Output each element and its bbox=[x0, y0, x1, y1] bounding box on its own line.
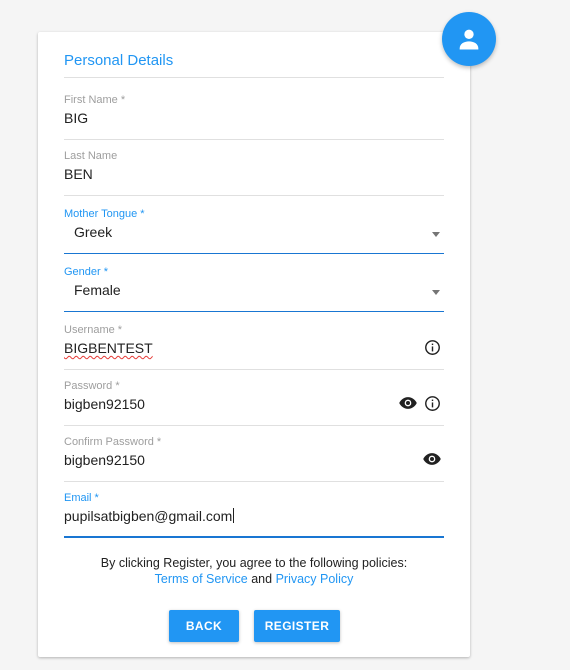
last-name-input[interactable]: BEN bbox=[64, 166, 93, 182]
username-input[interactable]: BIGBENTEST bbox=[64, 340, 153, 356]
policy-links: Terms of Service and Privacy Policy bbox=[64, 572, 444, 586]
section-divider bbox=[64, 77, 444, 78]
avatar bbox=[442, 12, 496, 66]
password-label: Password * bbox=[64, 380, 120, 392]
last-name-underline bbox=[64, 195, 444, 196]
gender-select[interactable]: Gender * Female bbox=[64, 266, 444, 312]
eye-icon[interactable] bbox=[398, 393, 418, 413]
text-cursor bbox=[233, 508, 235, 523]
password-underline bbox=[64, 425, 444, 426]
gender-underline bbox=[64, 311, 444, 312]
first-name-label: First Name * bbox=[64, 94, 126, 106]
terms-of-service-link[interactable]: Terms of Service bbox=[155, 572, 248, 586]
password-input[interactable]: bigben92150 bbox=[64, 396, 145, 412]
info-icon[interactable] bbox=[422, 337, 442, 357]
email-input[interactable]: pupilsatbigben@gmail.com bbox=[64, 508, 235, 524]
mother-tongue-value[interactable]: Greek bbox=[74, 224, 112, 240]
username-field[interactable]: Username * BIGBENTEST bbox=[64, 324, 444, 370]
info-icon[interactable] bbox=[422, 393, 442, 413]
mother-tongue-underline bbox=[64, 253, 444, 254]
gender-value[interactable]: Female bbox=[74, 282, 121, 298]
email-underline bbox=[64, 536, 444, 538]
chevron-down-icon[interactable] bbox=[432, 232, 440, 237]
confirm-password-field[interactable]: Confirm Password * bigben92150 bbox=[64, 436, 444, 482]
last-name-field[interactable]: Last Name BEN bbox=[64, 150, 444, 196]
confirm-password-input[interactable]: bigben92150 bbox=[64, 452, 145, 468]
confirm-password-label: Confirm Password * bbox=[64, 436, 162, 448]
username-underline bbox=[64, 369, 444, 370]
email-label: Email * bbox=[64, 492, 99, 504]
back-button[interactable]: BACK bbox=[169, 610, 239, 642]
policy-and-text: and bbox=[251, 572, 273, 586]
chevron-down-icon[interactable] bbox=[432, 290, 440, 295]
mother-tongue-label: Mother Tongue * bbox=[64, 208, 145, 220]
first-name-field[interactable]: First Name * BIG bbox=[64, 94, 444, 140]
policy-text: By clicking Register, you agree to the f… bbox=[100, 556, 408, 570]
email-value: pupilsatbigben@gmail.com bbox=[64, 508, 233, 524]
mother-tongue-select[interactable]: Mother Tongue * Greek bbox=[64, 208, 444, 254]
register-button[interactable]: REGISTER bbox=[254, 610, 340, 642]
first-name-input[interactable]: BIG bbox=[64, 110, 88, 126]
section-title: Personal Details bbox=[64, 52, 174, 69]
password-field[interactable]: Password * bigben92150 bbox=[64, 380, 444, 426]
last-name-label: Last Name bbox=[64, 150, 118, 162]
confirm-password-underline bbox=[64, 481, 444, 482]
gender-label: Gender * bbox=[64, 266, 109, 278]
first-name-underline bbox=[64, 139, 444, 140]
eye-icon[interactable] bbox=[422, 449, 442, 469]
email-field[interactable]: Email * pupilsatbigben@gmail.com bbox=[64, 492, 444, 538]
username-label: Username * bbox=[64, 324, 123, 336]
person-icon bbox=[459, 29, 479, 50]
privacy-policy-link[interactable]: Privacy Policy bbox=[276, 572, 354, 586]
